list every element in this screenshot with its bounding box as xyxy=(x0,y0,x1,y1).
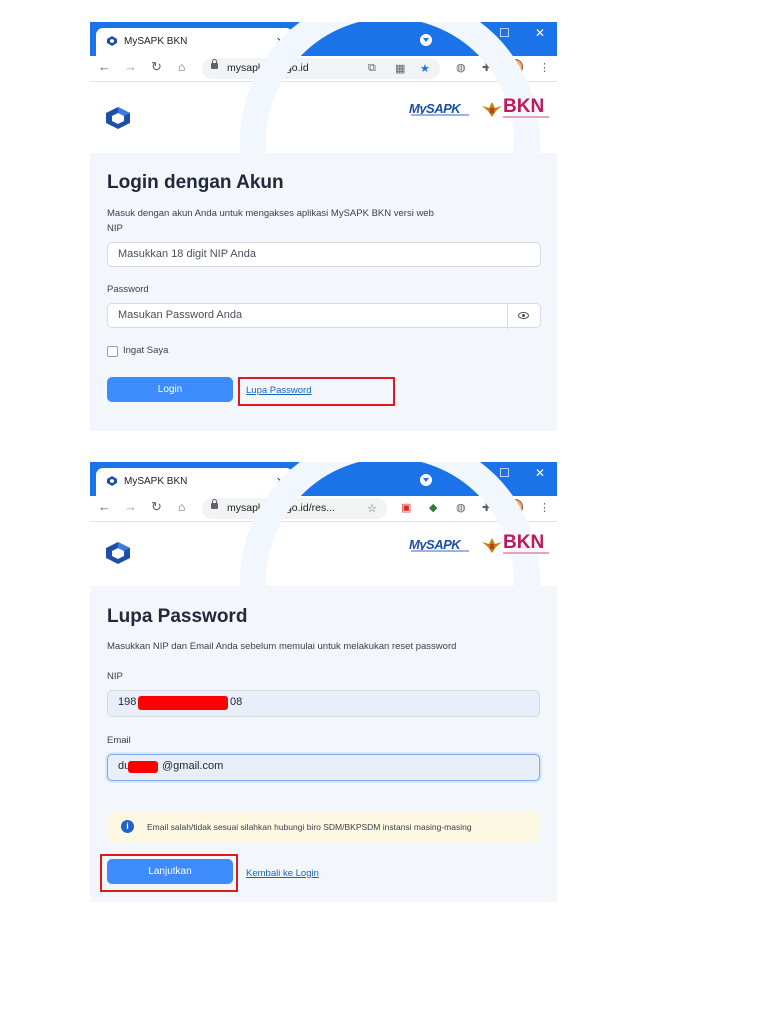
bkn-cube-logo xyxy=(106,107,130,129)
password-placeholder: Masukan Password Anda xyxy=(118,309,243,321)
menu-icon[interactable]: ⋮ xyxy=(539,501,550,514)
remember-label: Ingat Saya xyxy=(123,345,169,356)
forgot-password-screenshot: MySAPK BKN × + — ☐ ✕ ← → ↻ ⌂ mysapk.bkn.… xyxy=(90,462,557,902)
bkn-logo: BKN xyxy=(503,532,545,553)
maximize-icon[interactable]: ☐ xyxy=(499,26,510,40)
window-close-icon[interactable]: ✕ xyxy=(535,26,545,40)
mysapk-logo-underline xyxy=(411,114,469,116)
mysapk-favicon-icon xyxy=(107,36,117,46)
browser-tab[interactable]: MySAPK BKN × xyxy=(96,468,293,496)
mysapk-favicon-icon xyxy=(107,476,117,486)
browser-tab[interactable]: MySAPK BKN × xyxy=(96,28,293,56)
page-title: Lupa Password xyxy=(107,606,248,627)
login-subtitle: Masuk dengan akun Anda untuk mengakses a… xyxy=(107,208,434,219)
highlight-box xyxy=(238,377,395,406)
back-to-login-link[interactable]: Kembali ke Login xyxy=(246,868,319,879)
nip-value-prefix: 198 xyxy=(118,696,137,708)
forward-arrow-icon[interactable]: → xyxy=(124,499,137,514)
password-input[interactable]: Masukan Password Anda xyxy=(107,303,541,329)
tab-title: MySAPK BKN xyxy=(124,36,188,47)
menu-icon[interactable]: ⋮ xyxy=(539,61,550,74)
tab-title: MySAPK BKN xyxy=(124,476,188,487)
alert-message: Email salah/tidak sesuai silahkan hubung… xyxy=(147,822,472,832)
forward-arrow-icon[interactable]: → xyxy=(124,59,137,74)
page-title: Login dengan Akun xyxy=(107,172,284,193)
login-card: Login dengan Akun Masuk dengan akun Anda… xyxy=(90,153,557,431)
bkn-logo-underline xyxy=(503,116,549,118)
redaction-mark xyxy=(128,761,158,773)
bkn-logo: BKN xyxy=(503,96,545,117)
password-label: Password xyxy=(107,284,149,295)
remember-checkbox[interactable] xyxy=(107,346,118,357)
eye-icon[interactable] xyxy=(507,304,540,329)
maximize-icon[interactable]: ☐ xyxy=(499,466,510,480)
window-close-icon[interactable]: ✕ xyxy=(535,466,545,480)
redaction-mark xyxy=(138,696,228,710)
lock-icon xyxy=(211,499,218,509)
login-button[interactable]: Login xyxy=(107,377,233,402)
mysapk-logo-underline xyxy=(411,550,469,552)
bkn-cube-logo xyxy=(106,542,130,564)
email-label: Email xyxy=(107,735,131,746)
nip-input[interactable]: Masukkan 18 digit NIP Anda xyxy=(107,242,541,267)
forgot-subtitle: Masukkan NIP dan Email Anda sebelum memu… xyxy=(107,641,457,652)
reload-icon[interactable]: ↻ xyxy=(151,499,162,515)
brand-logos: MySAPK BKN xyxy=(409,532,549,558)
nip-label: NIP xyxy=(107,671,123,682)
nip-value-suffix: 08 xyxy=(230,696,243,708)
nip-placeholder: Masukkan 18 digit NIP Anda xyxy=(118,248,256,260)
lock-icon xyxy=(211,59,218,69)
forgot-password-card: Lupa Password Masukkan NIP dan Email And… xyxy=(90,586,557,902)
garuda-icon xyxy=(482,102,502,117)
reload-icon[interactable]: ↻ xyxy=(151,59,162,75)
info-alert: i Email salah/tidak sesuai silahkan hubu… xyxy=(107,812,539,842)
highlight-box xyxy=(100,854,238,892)
back-arrow-icon[interactable]: ← xyxy=(98,499,111,514)
home-icon[interactable]: ⌂ xyxy=(178,500,185,514)
email-value-suffix: @gmail.com xyxy=(162,760,224,772)
login-screenshot: MySAPK BKN × + — ☐ ✕ ← → ↻ ⌂ mysapk.bkn.… xyxy=(90,22,557,431)
bkn-logo-underline xyxy=(503,552,549,554)
back-arrow-icon[interactable]: ← xyxy=(98,59,111,74)
home-icon[interactable]: ⌂ xyxy=(178,60,185,74)
garuda-icon xyxy=(482,538,502,553)
brand-logos: MySAPK BKN xyxy=(409,96,549,122)
email-input[interactable]: du @gmail.com xyxy=(107,754,540,781)
nip-label: NIP xyxy=(107,223,123,234)
info-icon: i xyxy=(121,820,134,833)
